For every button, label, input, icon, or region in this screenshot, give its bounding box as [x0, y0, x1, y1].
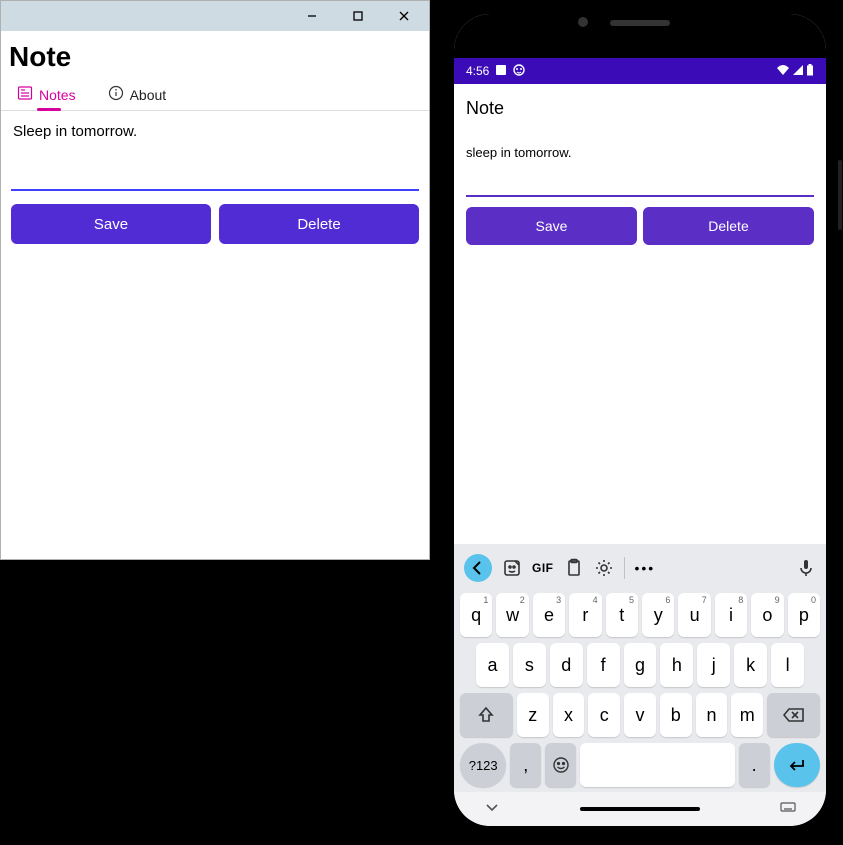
keyboard-row-1: q1w2e3r4t5y6u7i8o9p0 — [458, 590, 822, 640]
nav-down-icon[interactable] — [484, 799, 500, 820]
tab-about[interactable]: About — [108, 85, 167, 110]
key-q[interactable]: q1 — [460, 593, 492, 637]
enter-key[interactable] — [774, 743, 820, 787]
note-input[interactable] — [11, 119, 419, 191]
key-v[interactable]: v — [624, 693, 656, 737]
status-app-icon — [495, 64, 507, 79]
key-i[interactable]: i8 — [715, 593, 747, 637]
tab-label: About — [130, 87, 167, 103]
key-m[interactable]: m — [731, 693, 763, 737]
keyboard-row-2: asdfghjkl — [458, 640, 822, 690]
key-h[interactable]: h — [660, 643, 693, 687]
keyboard-switch-icon[interactable] — [780, 799, 796, 820]
phone-power-button — [838, 160, 842, 230]
info-icon — [108, 85, 124, 104]
delete-button[interactable]: Delete — [643, 207, 814, 245]
status-app-icon-2 — [513, 64, 525, 79]
key-y[interactable]: y6 — [642, 593, 674, 637]
key-j[interactable]: j — [697, 643, 730, 687]
emoji-key[interactable] — [545, 743, 576, 787]
status-time: 4:56 — [466, 64, 489, 78]
shift-key[interactable] — [460, 693, 513, 737]
button-row: Save Delete — [454, 197, 826, 255]
button-row: Save Delete — [1, 196, 429, 252]
nav-home-pill[interactable] — [580, 807, 700, 811]
key-w[interactable]: w2 — [496, 593, 528, 637]
desktop-window: Note Notes About Save Delete — [0, 0, 430, 560]
key-n[interactable]: n — [696, 693, 728, 737]
key-o[interactable]: o9 — [751, 593, 783, 637]
sticker-icon[interactable] — [502, 558, 522, 578]
phone-frame: 4:56 Note — [442, 0, 838, 840]
keyboard-row-3-letters: zxcvbnm — [517, 693, 763, 737]
key-z[interactable]: z — [517, 693, 549, 737]
key-s[interactable]: s — [513, 643, 546, 687]
keyboard-row-4: ?123 , . — [458, 740, 822, 790]
signal-icon — [792, 64, 804, 79]
window-titlebar — [1, 1, 429, 31]
keyboard-toolbar: GIF ••• — [458, 550, 822, 590]
comma-key[interactable]: , — [510, 743, 541, 787]
maximize-button[interactable] — [335, 2, 381, 30]
delete-button[interactable]: Delete — [219, 204, 419, 244]
notes-icon — [17, 85, 33, 104]
soft-keyboard: GIF ••• q1w2e3r4t5y6u7i8o9p0 asdfghjkl — [454, 544, 826, 792]
tab-label: Notes — [39, 87, 76, 103]
gif-button[interactable]: GIF — [532, 561, 554, 575]
mic-icon[interactable] — [796, 558, 816, 578]
key-b[interactable]: b — [660, 693, 692, 737]
android-navbar — [454, 792, 826, 826]
note-input[interactable] — [466, 141, 814, 197]
keyboard-row-3: zxcvbnm — [458, 690, 822, 740]
key-g[interactable]: g — [624, 643, 657, 687]
tab-bar: Notes About — [1, 81, 429, 111]
battery-icon — [806, 64, 814, 79]
phone-screen: 4:56 Note — [454, 14, 826, 826]
toolbar-divider — [624, 557, 625, 579]
minimize-button[interactable] — [289, 2, 335, 30]
key-a[interactable]: a — [476, 643, 509, 687]
key-e[interactable]: e3 — [533, 593, 565, 637]
symbols-key[interactable]: ?123 — [460, 743, 506, 787]
phone-camera — [578, 17, 588, 27]
phone-speaker — [610, 20, 670, 26]
page-title: Note — [454, 84, 826, 133]
space-key[interactable] — [580, 743, 735, 787]
gear-icon[interactable] — [594, 558, 614, 578]
clipboard-icon[interactable] — [564, 558, 584, 578]
key-f[interactable]: f — [587, 643, 620, 687]
tab-notes[interactable]: Notes — [17, 85, 76, 110]
backspace-key[interactable] — [767, 693, 820, 737]
status-bar: 4:56 — [454, 58, 826, 84]
more-icon[interactable]: ••• — [635, 560, 656, 576]
key-u[interactable]: u7 — [678, 593, 710, 637]
key-k[interactable]: k — [734, 643, 767, 687]
wifi-icon — [776, 64, 790, 79]
save-button[interactable]: Save — [466, 207, 637, 245]
key-c[interactable]: c — [588, 693, 620, 737]
close-button[interactable] — [381, 2, 427, 30]
key-x[interactable]: x — [553, 693, 585, 737]
page-title: Note — [1, 31, 429, 81]
save-button[interactable]: Save — [11, 204, 211, 244]
key-r[interactable]: r4 — [569, 593, 601, 637]
key-t[interactable]: t5 — [606, 593, 638, 637]
key-p[interactable]: p0 — [788, 593, 820, 637]
key-d[interactable]: d — [550, 643, 583, 687]
period-key[interactable]: . — [739, 743, 770, 787]
key-l[interactable]: l — [771, 643, 804, 687]
keyboard-back-button[interactable] — [464, 554, 492, 582]
